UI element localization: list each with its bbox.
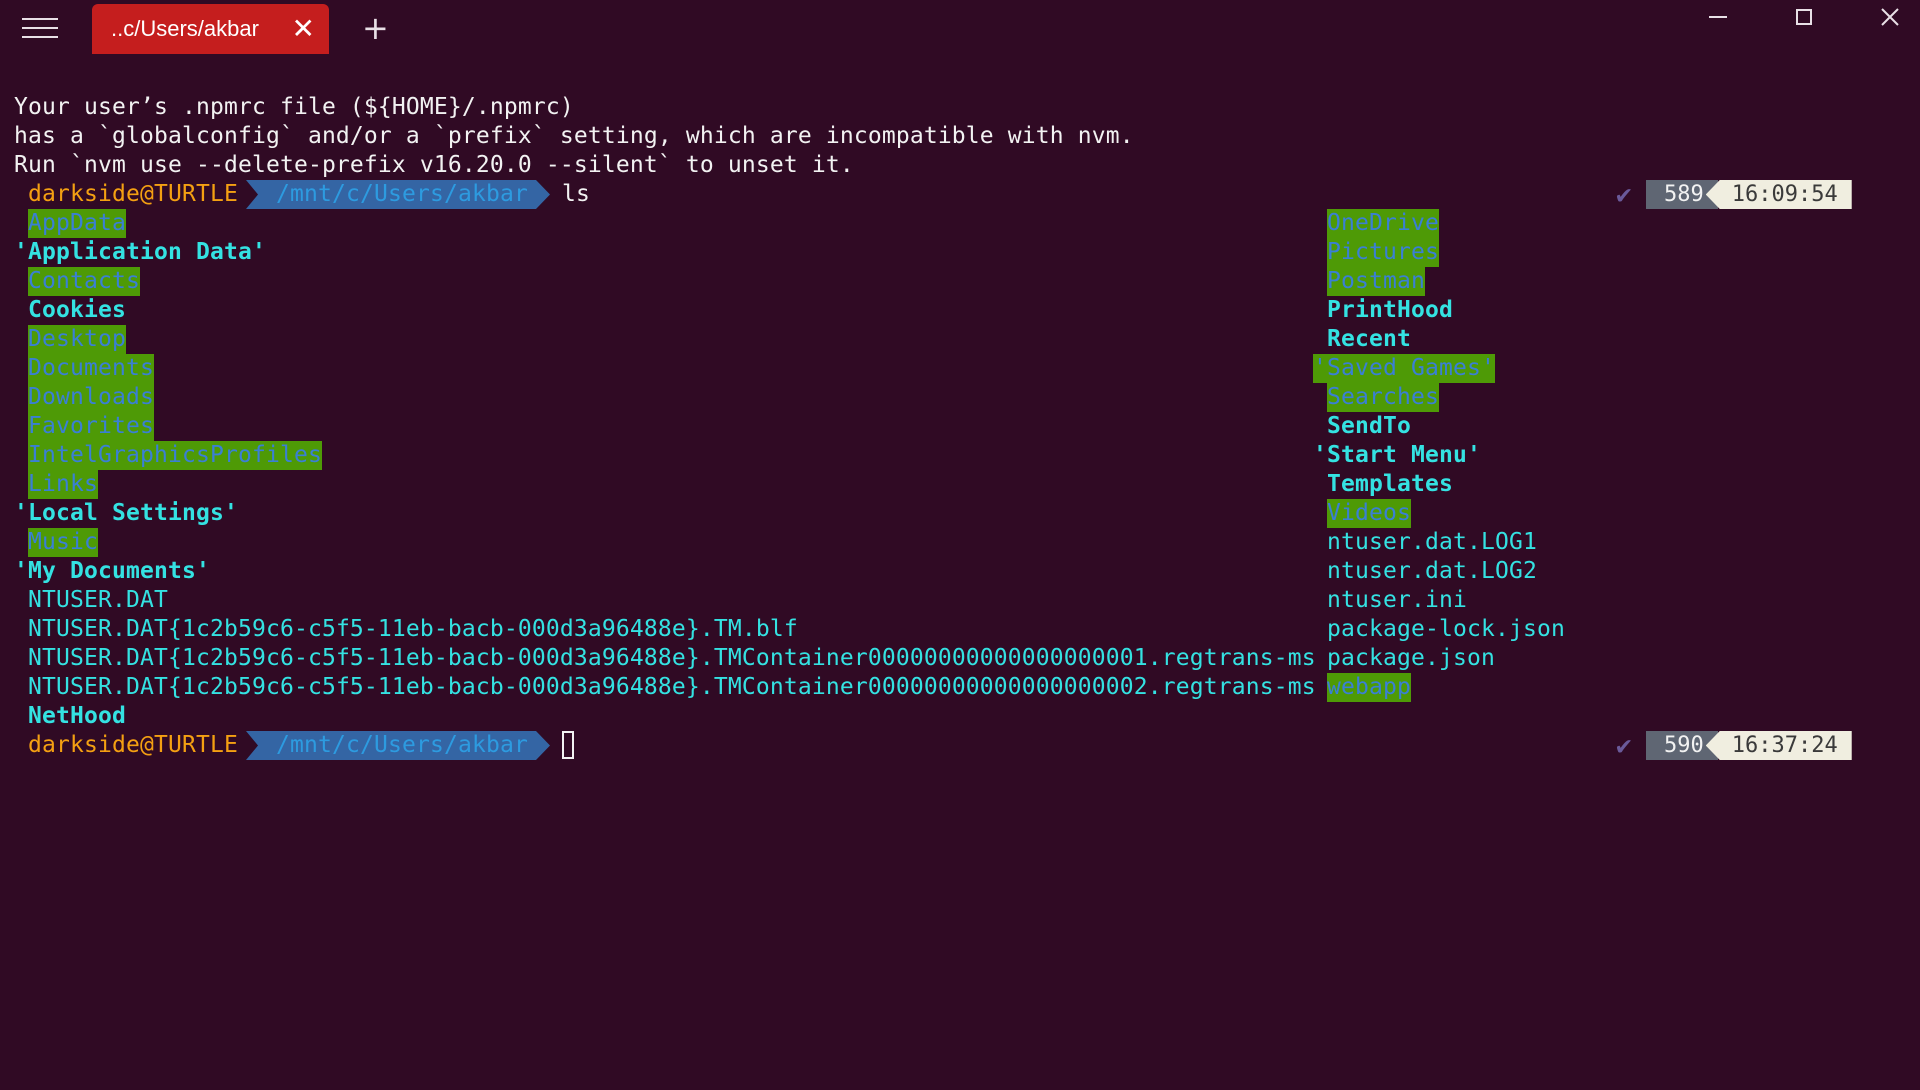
prompt-user: darkside@TURTLE (28, 732, 238, 758)
ls-entry: NTUSER.DAT (28, 587, 168, 613)
ls-entry: NetHood (28, 703, 126, 729)
prompt-command: ls (562, 181, 590, 207)
ls-entry: Desktop (28, 325, 126, 354)
ls-entry: ntuser.dat.LOG1 (1327, 529, 1537, 555)
tab-terminal[interactable]: ..c/Users/akbar ✕ (92, 4, 329, 54)
ls-entry: PrintHood (1327, 297, 1453, 323)
prompt-status: ✔ 589 16:09:54 (1616, 179, 1852, 210)
ls-entry: webapp (1327, 673, 1411, 702)
ls-entry: AppData (28, 209, 126, 238)
new-tab-button[interactable]: + (362, 10, 389, 46)
ls-entry: Favorites (28, 412, 154, 441)
ls-entry: OneDrive (1327, 209, 1439, 238)
menu-icon[interactable] (22, 18, 58, 42)
ls-entry: NTUSER.DAT{1c2b59c6-c5f5-11eb-bacb-000d3… (28, 674, 1316, 700)
ls-entry: package-lock.json (1327, 616, 1565, 642)
ls-entry: IntelGraphicsProfiles (28, 441, 322, 470)
ls-entry: Videos (1327, 499, 1411, 528)
close-icon (1881, 8, 1899, 26)
ls-entry: 'Saved Games' (1313, 354, 1495, 383)
ls-entry: ntuser.dat.LOG2 (1327, 558, 1537, 584)
warning-line-3: Run `nvm use --delete-prefix v16.20.0 --… (14, 152, 854, 178)
ls-entry: NTUSER.DAT{1c2b59c6-c5f5-11eb-bacb-000d3… (28, 616, 798, 642)
ls-entry: SendTo (1327, 413, 1411, 439)
ls-entry: Pictures (1327, 238, 1439, 267)
ls-entry: Cookies (28, 297, 126, 323)
terminal-cursor[interactable] (562, 731, 574, 759)
prompt-path: /mnt/c/Users/akbar (246, 731, 550, 760)
prompt-time: 16:09:54 (1705, 180, 1852, 209)
check-icon: ✔ (1616, 179, 1632, 210)
ls-entry: 'My Documents' (14, 558, 210, 584)
ls-entry: Postman (1327, 267, 1425, 296)
ls-entry: Downloads (28, 383, 154, 412)
ls-entry: Documents (28, 354, 154, 383)
maximize-icon (1796, 9, 1812, 25)
maximize-button[interactable] (1774, 0, 1834, 34)
prompt-user: darkside@TURTLE (28, 181, 238, 207)
minimize-icon (1709, 16, 1727, 18)
title-bar: ..c/Users/akbar ✕ + (0, 0, 1920, 62)
ls-entry: 'Start Menu' (1313, 442, 1481, 468)
ls-entry: ntuser.ini (1327, 587, 1467, 613)
prompt-time: 16:37:24 (1705, 731, 1852, 760)
ls-entry: package.json (1327, 645, 1495, 671)
check-icon: ✔ (1616, 730, 1632, 761)
ls-entry: NTUSER.DAT{1c2b59c6-c5f5-11eb-bacb-000d3… (28, 645, 1316, 671)
ls-entry: Contacts (28, 267, 140, 296)
ls-entry: Recent (1327, 326, 1411, 352)
ls-entry: Music (28, 528, 98, 557)
warning-line-1: Your user’s .npmrc file (${HOME}/.npmrc) (14, 94, 574, 120)
ls-entry: Links (28, 470, 98, 499)
ls-entry: 'Local Settings' (14, 500, 238, 526)
ls-entry: Searches (1327, 383, 1439, 412)
prompt-path: /mnt/c/Users/akbar (246, 180, 550, 209)
ls-entry: 'Application Data' (14, 239, 266, 265)
close-tab-icon[interactable]: ✕ (292, 12, 315, 46)
ls-entry: Templates (1327, 471, 1453, 497)
prompt-status: ✔ 590 16:37:24 (1616, 730, 1852, 761)
minimize-button[interactable] (1688, 0, 1748, 34)
close-window-button[interactable] (1860, 0, 1920, 34)
warning-line-2: has a `globalconfig` and/or a `prefix` s… (14, 123, 1134, 149)
tab-title: ..c/Users/akbar (111, 16, 259, 41)
